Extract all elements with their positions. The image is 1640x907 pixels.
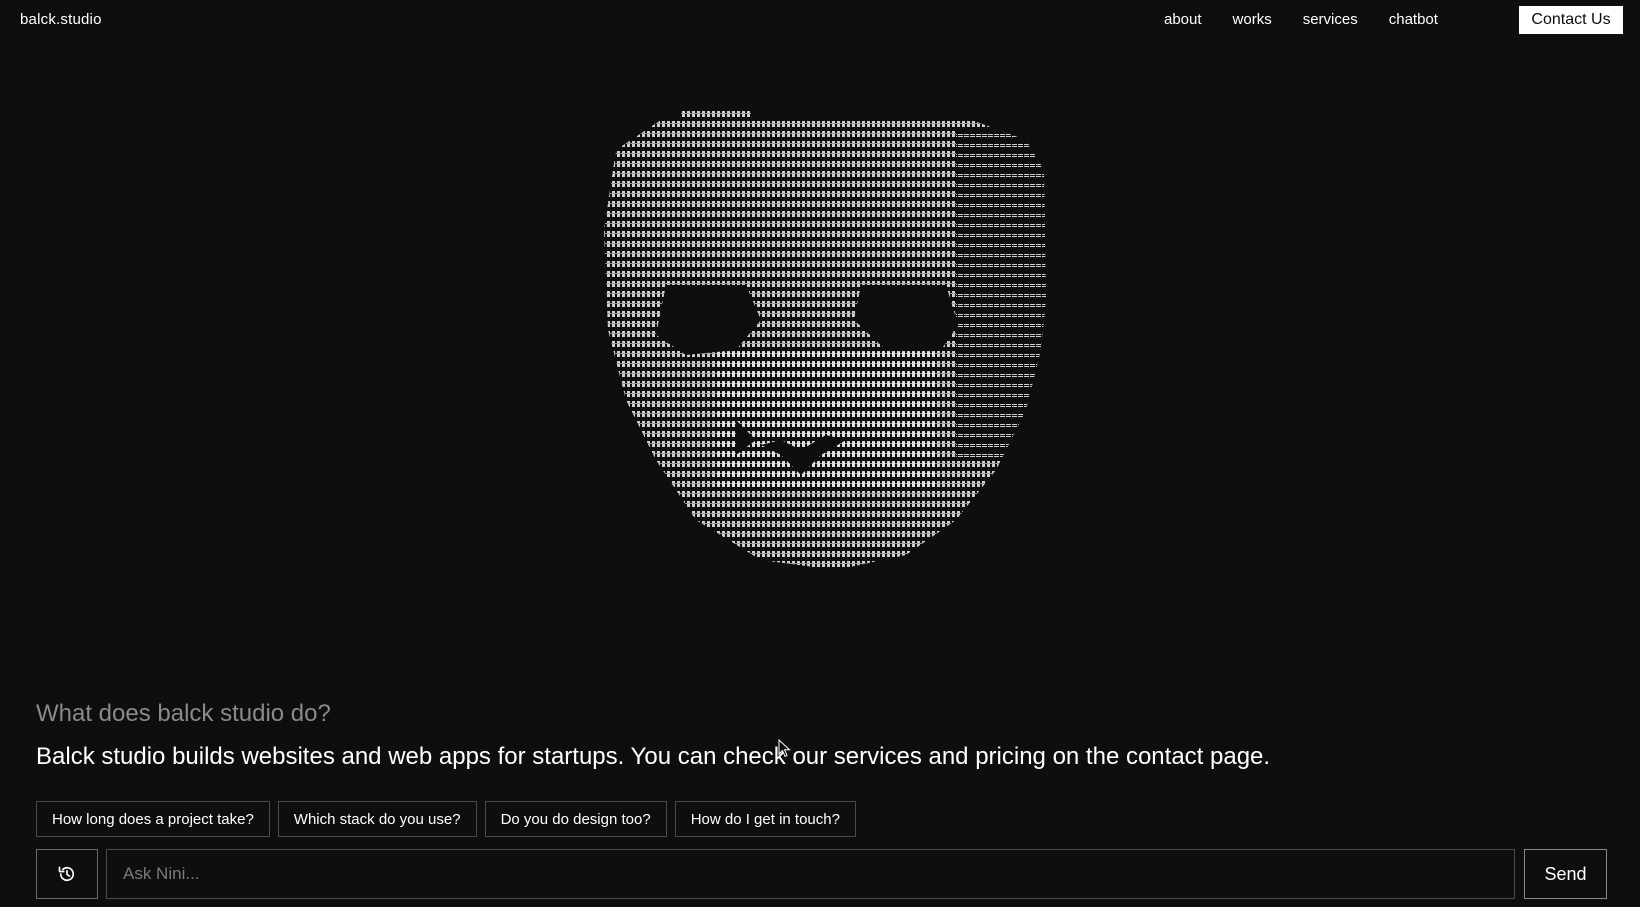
mouse-cursor-icon <box>778 739 791 758</box>
nav-services[interactable]: services <box>1303 11 1358 28</box>
ascii-mask-art <box>586 110 1060 575</box>
chat-question: What does balck studio do? <box>36 700 331 727</box>
chat-answer: Balck studio builds websites and web app… <box>36 743 1271 770</box>
logo-link[interactable]: balck.studio <box>20 11 102 28</box>
main-nav: about works services chatbot <box>1164 11 1438 28</box>
nav-about[interactable]: about <box>1164 11 1202 28</box>
suggestion-project-duration[interactable]: How long does a project take? <box>36 801 270 837</box>
page: balck.studio about works services chatbo… <box>0 0 1640 907</box>
suggestion-chips: How long does a project take? Which stac… <box>36 801 856 837</box>
history-button[interactable] <box>36 849 98 899</box>
contact-us-button[interactable]: Contact Us <box>1519 6 1623 34</box>
ask-input[interactable] <box>106 849 1515 899</box>
nav-works[interactable]: works <box>1233 11 1272 28</box>
suggestion-stack[interactable]: Which stack do you use? <box>277 801 477 837</box>
suggestion-contact[interactable]: How do I get in touch? <box>674 801 856 837</box>
send-button[interactable]: Send <box>1524 849 1607 899</box>
history-icon <box>58 866 75 882</box>
nav-chatbot[interactable]: chatbot <box>1389 11 1438 28</box>
site-header: balck.studio about works services chatbo… <box>0 0 1640 40</box>
suggestion-design[interactable]: Do you do design too? <box>484 801 667 837</box>
ascii-mask-face-icon <box>604 110 1046 570</box>
